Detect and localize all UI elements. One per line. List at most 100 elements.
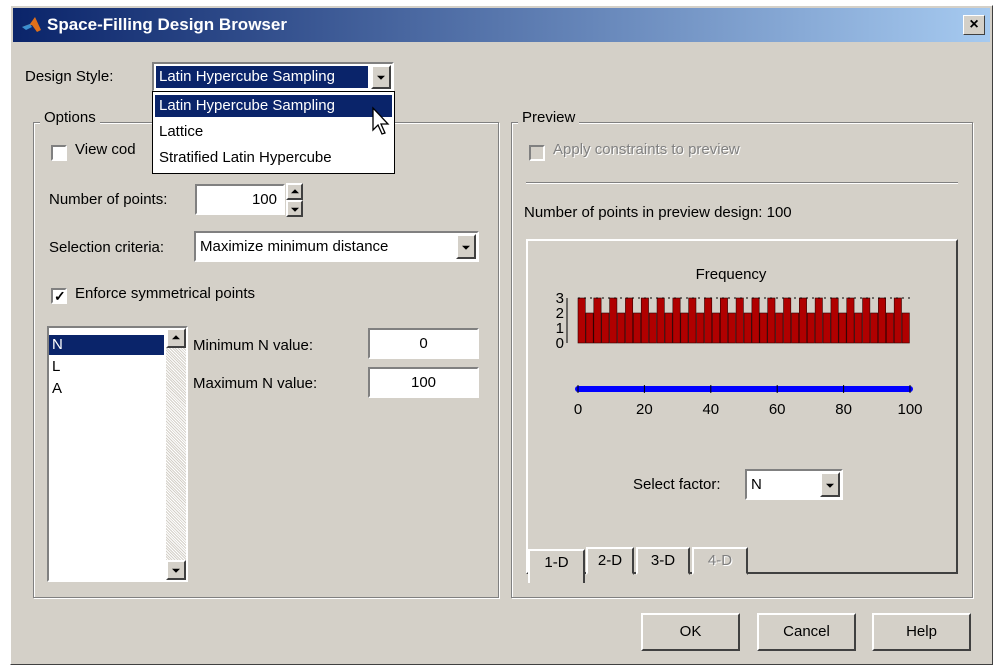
histogram-bar [719,297,728,344]
design-style-option-stratified[interactable]: Stratified Latin Hypercube [155,147,392,169]
design-style-select[interactable]: Latin Hypercube Sampling [152,62,394,92]
tab-3d-label: 3-D [650,552,676,569]
max-value-input[interactable]: 100 [368,367,479,398]
select-factor-label: Select factor: [633,476,721,493]
histogram-bar [633,312,641,344]
design-style-dropdown-list[interactable]: Latin Hypercube Sampling Lattice Stratif… [152,91,395,174]
num-points-decrement[interactable] [286,200,303,217]
design-style-option-lattice[interactable]: Lattice [155,121,392,143]
select-factor-value: N [751,476,762,493]
factor-item-l[interactable]: L [49,357,164,377]
scroll-up-button[interactable] [166,328,186,348]
histogram-bar [712,312,720,344]
design-style-option-lhs[interactable]: Latin Hypercube Sampling [155,95,392,117]
tab-4d: 4-D [692,547,748,575]
histogram-bar [830,297,839,344]
design-style-dropdown-button[interactable] [371,65,391,89]
cancel-button[interactable]: Cancel [757,613,856,651]
spin-up-icon [290,188,299,193]
max-value: 100 [410,374,437,391]
chevron-down-icon [377,75,385,80]
close-button[interactable]: × [963,15,985,35]
options-legend: Options [40,109,100,126]
checkmark-icon: ✓ [54,288,66,304]
cancel-label: Cancel [783,623,830,640]
histogram-bar [759,312,768,344]
histogram-bar [577,297,586,344]
histogram-bar [814,297,823,344]
preview-info: Number of points in preview design: 100 [524,204,792,221]
num-points-value: 100 [251,191,277,208]
histogram-bar [846,297,855,344]
histogram-bar [640,297,649,344]
tab-3d[interactable]: 3-D [636,547,690,575]
matlab-logo-icon [22,17,41,32]
preview-legend: Preview [518,109,580,126]
x-tick-label: 100 [897,401,922,418]
factor-list[interactable]: N L A [47,326,188,582]
view-code-checkbox[interactable] [51,145,67,161]
chevron-down-icon [462,245,470,250]
histogram-bar [664,312,673,344]
scroll-down-button[interactable] [166,560,186,580]
min-value: 0 [419,335,428,352]
histogram-bar [680,312,689,344]
help-button[interactable]: Help [872,613,971,651]
histogram-bar [870,312,879,344]
selection-criteria-select[interactable]: Maximize minimum distance [194,231,479,262]
design-style-label: Design Style: [25,68,114,85]
factor-list-scrollbar[interactable] [166,328,186,580]
window-title: Space-Filling Design Browser [47,15,287,34]
num-points-label: Number of points: [49,191,168,208]
min-value-input[interactable]: 0 [368,328,479,359]
histogram-bar [648,312,657,344]
histogram-bar [585,312,594,344]
tab-4d-label: 4-D [707,552,733,569]
factor-item-a[interactable]: A [49,379,164,399]
histogram-bar [791,312,800,344]
max-value-label: Maximum N value: [193,375,318,392]
x-tick-label: 0 [574,401,582,418]
mouse-cursor-icon [372,106,390,135]
num-points-increment[interactable] [286,183,303,200]
histogram-bar [688,297,697,344]
histogram-bar [743,312,752,344]
enforce-symmetry-label: Enforce symmetrical points [75,285,256,302]
apply-constraints-label: Apply constraints to preview [553,141,740,158]
scroll-up-icon [172,335,180,340]
histogram-bar [727,312,736,344]
enforce-symmetry-checkbox[interactable]: ✓ [51,288,67,304]
histogram-bar [783,297,792,344]
histogram-bar [862,297,871,344]
selection-dropdown-button[interactable] [456,234,476,259]
select-factor-dropdown[interactable]: N [745,469,843,500]
histogram-bar [625,297,634,344]
ok-button[interactable]: OK [641,613,740,651]
x-tick-label: 40 [702,401,719,418]
tab-1d[interactable]: 1-D [528,549,585,583]
tab-2d[interactable]: 2-D [586,547,634,575]
selection-criteria-label: Selection criteria: [49,239,165,256]
select-factor-button[interactable] [820,472,840,497]
histogram-bar [822,312,831,344]
histogram-bar [885,312,894,344]
histogram-bar [893,297,902,344]
title-bar[interactable]: Space-Filling Design Browser × [13,8,990,42]
histogram-bar [672,297,681,344]
histogram-bar [617,312,626,344]
apply-constraints-checkbox[interactable] [529,145,545,161]
histogram-bar [593,297,602,344]
histogram-bar [704,297,713,344]
x-tick-label: 60 [769,401,786,418]
ok-label: OK [679,623,702,640]
histogram-bar [767,297,776,344]
view-code-label: View cod [75,141,136,158]
histogram-bar [878,297,886,344]
factor-item-n[interactable]: N [49,335,164,355]
close-icon: × [969,16,979,33]
histogram-bar [799,297,807,344]
num-points-input[interactable]: 100 [195,184,285,215]
tab-2d-label: 2-D [597,552,623,569]
histogram-bar [751,297,760,344]
min-value-label: Minimum N value: [193,337,314,354]
